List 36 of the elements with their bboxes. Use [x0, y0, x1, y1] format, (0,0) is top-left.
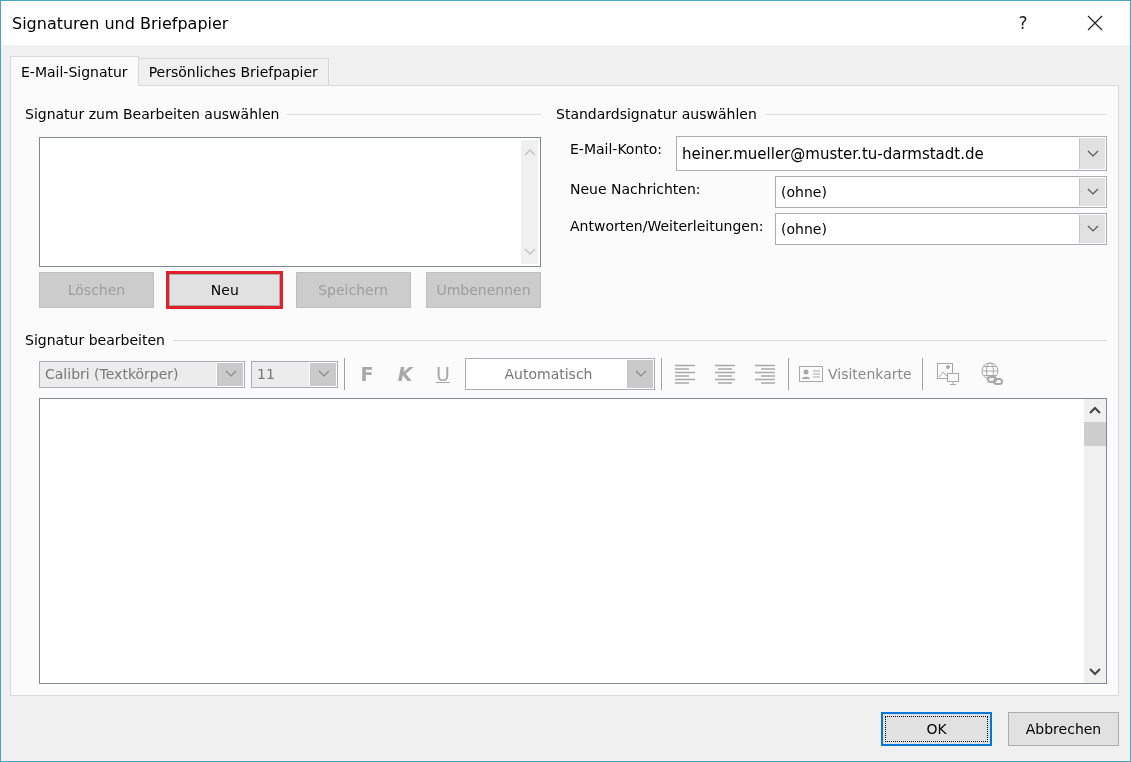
align-left-icon: [675, 364, 695, 384]
dropdown-field[interactable]: (ohne): [775, 213, 1107, 245]
scroll-down-icon: [523, 248, 536, 256]
group-title: Standardsignatur auswählen: [556, 106, 757, 122]
scroll-up-icon: [523, 148, 536, 156]
dropdown-field[interactable]: (ohne): [775, 176, 1107, 208]
window-title: Signaturen und Briefpapier: [12, 13, 230, 33]
chevron-down-icon: [1086, 188, 1099, 196]
dialog-button[interactable]: OK: [881, 712, 992, 746]
scroll-down-icon: [1089, 668, 1101, 676]
close-icon: [1087, 15, 1103, 31]
scroll-thumb[interactable]: [1084, 422, 1106, 446]
contact-card-icon: [799, 366, 823, 382]
field-label: E-Mail-Konto:: [570, 140, 663, 157]
signature-button[interactable]: Neu: [169, 274, 281, 306]
scroll-up-icon: [1089, 406, 1101, 414]
picture-monitor-icon: [935, 362, 960, 386]
field-label: Neue Nachrichten:: [570, 180, 701, 197]
signature-list[interactable]: [39, 137, 541, 267]
chevron-down-icon: [317, 370, 330, 378]
tab[interactable]: E-Mail-Signatur: [10, 56, 139, 86]
dropdown-field[interactable]: heiner.mueller@muster.tu-darmstadt.de: [676, 136, 1107, 171]
align-right-icon: [755, 364, 775, 384]
align-center-icon: [715, 364, 735, 384]
field-label: Antworten/Weiterleitungen:: [570, 217, 764, 234]
globe-link-icon: [979, 362, 1004, 386]
tab[interactable]: Persönliches Briefpapier: [137, 58, 329, 85]
dialog-button[interactable]: Abbrechen: [1008, 712, 1119, 746]
group-title: Signatur zum Bearbeiten auswählen: [25, 106, 280, 122]
group-title: Signatur bearbeiten: [25, 332, 165, 348]
chevron-down-icon: [634, 370, 647, 378]
signature-editor[interactable]: [39, 398, 1107, 684]
help-button[interactable]: ?: [1000, 1, 1046, 45]
chevron-down-icon: [1086, 225, 1099, 233]
chevron-down-icon: [224, 370, 237, 378]
chevron-down-icon: [1086, 149, 1099, 158]
